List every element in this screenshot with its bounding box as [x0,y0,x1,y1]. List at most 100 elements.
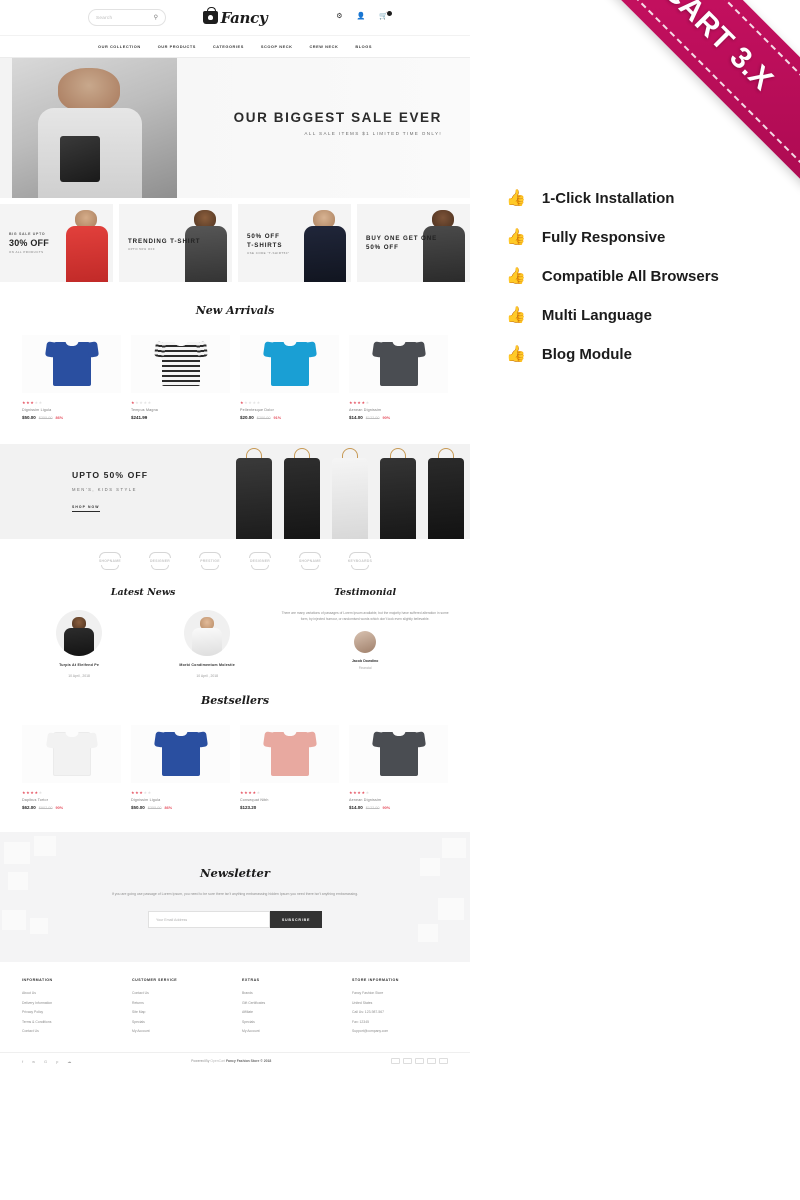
product-card[interactable]: ★★★★★ Consequat Nibh $123.20 [240,725,339,810]
feature-item: 👍 Multi Language [506,307,786,324]
promo-main-label: TRENDING T-SHIRT [128,237,201,245]
product-discount: 90% [55,806,64,810]
footer-link[interactable]: Gift Certificates [242,1001,338,1005]
product-old-price: $355.00 [147,806,162,810]
search-placeholder: Search [96,15,113,20]
promo-banner[interactable]: TRENDING T-SHIRT UPTO 50% OFF [119,204,232,282]
footer-column-extras: EXTRAS Brands Gift Certificates Affiliat… [242,978,338,1039]
feature-label: 1-Click Installation [541,190,675,207]
feature-label: Multi Language [541,307,652,324]
testimonial-role: Financial [358,666,372,671]
search-input[interactable]: Search ⚲ [88,9,166,26]
search-icon[interactable]: ⚲ [154,14,158,21]
brand-logo[interactable]: SHOPNAME [97,550,123,572]
user-icon[interactable]: 👤 [357,12,366,20]
copyright-prefix: Powered By [191,1059,211,1063]
footer-link[interactable]: Contact Us [132,991,228,995]
rss-icon[interactable]: ☁ [67,1059,71,1064]
payment-icon-amex [427,1058,436,1064]
newsletter-section: Newsletter If you are going use passage … [0,832,470,962]
testimonial-text: There are many variations of passages of… [281,611,449,622]
shop-now-button[interactable]: SHOP NOW [72,505,100,512]
product-card[interactable]: ★★★★★ Tempus Magna $241.99 [131,335,230,420]
section-title-new-arrivals: New Arrivals [195,304,275,317]
footer-link[interactable]: Contact Us [22,1029,118,1033]
footer-link[interactable]: My Account [242,1029,338,1033]
feature-item: 👍 Fully Responsive [506,229,786,246]
promo-banner[interactable]: BIG SALE UPTO 30% OFF ON ALL PRODUCTS [0,204,113,282]
footer-link[interactable]: Privacy Policy [22,1010,118,1014]
product-price: $14.00 [349,415,363,420]
footer-link[interactable]: Site Map [132,1010,228,1014]
section-title-newsletter: Newsletter [200,865,270,880]
product-image [22,725,121,783]
brand-logo[interactable]: PRESTIGE [197,550,223,572]
nav-item-our-products[interactable]: OUR PRODUCTS [158,44,196,49]
product-price: $241.99 [131,415,148,420]
product-card[interactable]: ★★★★★ Aenean Dignissim $14.00 $122.00 90… [349,725,448,810]
product-card[interactable]: ★★★★★ Dapibus Tortor $62.00 $902.00 90% [22,725,121,810]
thumbs-up-icon: 👍 [506,189,526,207]
product-price: $50.00 [22,415,36,420]
product-old-price: $355.00 [38,416,53,420]
footer-link[interactable]: Affiliate [242,1010,338,1014]
product-card[interactable]: ★★★★★ Pellentesque Dolor $20.00 $200.00 … [240,335,339,420]
hero-slider[interactable]: OUR BIGGEST SALE EVER ALL SALE ITEMS $1 … [0,58,470,198]
footer-link[interactable]: Delivery Information [22,1001,118,1005]
footer-column-customer-service: CUSTOMER SERVICE Contact Us Returns Site… [132,978,228,1039]
footer-link[interactable]: My Account [132,1029,228,1033]
thumbs-up-icon: 👍 [506,306,526,324]
news-and-testimonial-row: Latest News Turpis At Eleifend Pe 10 Apr… [0,583,470,678]
newsletter-email-input[interactable]: Your Email Address [148,911,270,929]
promo-model-image [299,204,351,282]
gear-icon[interactable]: ⚙ [336,12,342,20]
footer-link[interactable]: Returns [132,1001,228,1005]
product-card[interactable]: ★★★★★ Dignissim Ligula $50.00 $355.00 86… [22,335,121,420]
store-email[interactable]: Support@company.com [352,1029,448,1033]
promo-bottom-label: ON ALL PRODUCTS [9,250,44,254]
brand-logo[interactable]: DESIGNER [147,550,173,572]
mid-promo-banner[interactable]: UPTO 50% OFF MEN'S, KIDS STYLE SHOP NOW [0,444,470,539]
rating-stars: ★★★★★ [131,400,152,405]
newsletter-decor-right [400,832,470,962]
cart-badge [387,11,392,16]
product-name: Dignissim Ligula [22,408,52,412]
footer-column-information: INFORMATION About Us Delivery Informatio… [22,978,118,1039]
store-fax: Fax: 12345 [352,1019,369,1024]
news-card[interactable]: Morbi Condimentum Molestie 10 April , 20… [148,610,266,678]
newsletter-description: If you are going use passage of Lorem Ip… [111,891,359,896]
twitter-icon[interactable]: w [32,1059,35,1064]
footer-link[interactable]: Terms & Conditions [22,1020,118,1024]
footer-link[interactable]: Brands [242,991,338,995]
subscribe-button[interactable]: SUBSCRIBE [270,911,322,929]
footer-link[interactable]: Specials [242,1020,338,1024]
footer-link[interactable]: Specials [132,1020,228,1024]
product-image [349,725,448,783]
section-title-latest-news: Latest News [110,587,176,598]
news-card[interactable]: Turpis At Eleifend Pe 10 April , 2018 [20,610,138,678]
site-logo[interactable]: Fancy [202,7,268,27]
nav-item-blogs[interactable]: BLOGS [355,44,372,49]
product-card[interactable]: ★★★★★ Dignissim Ligula $50.00 $355.00 86… [131,725,230,810]
brand-logo[interactable]: KEYBOARDS [347,550,373,572]
desktop-header: Search ⚲ Fancy ⚙ 👤 🛒 [0,0,470,36]
facebook-icon[interactable]: f [22,1059,23,1064]
product-discount: 86% [55,416,64,420]
nav-item-scoop-neck[interactable]: SCOOP NECK [261,44,293,49]
nav-item-categories[interactable]: CATEGORIES [213,44,244,49]
cart-icon[interactable]: 🛒 [379,11,392,20]
footer-link[interactable]: About Us [22,991,118,995]
promo-banner[interactable]: BUY ONE GET ONE 50% OFF [357,204,470,282]
brand-logo[interactable]: SHOPNAME [297,550,323,572]
product-card[interactable]: ★★★★★ Aenean Dignissim $14.00 $122.00 90… [349,335,448,420]
opencart-link[interactable]: OpenCart [210,1059,225,1063]
payment-icons [391,1058,448,1064]
brand-logo[interactable]: DESIGNER [247,550,273,572]
copyright-suffix: Fancy Fashion Store © 2018 [225,1059,272,1063]
pinterest-icon[interactable]: p [56,1059,58,1064]
nav-item-our-collection[interactable]: OUR COLLECTION [98,44,141,49]
promo-banner[interactable]: 50% OFF T-SHIRTS USE CODE "T-SHIRT50" [238,204,351,282]
feature-item: 👍 1-Click Installation [506,190,786,207]
google-plus-icon[interactable]: G [44,1059,47,1064]
nav-item-crew-neck[interactable]: CREW NECK [309,44,338,49]
